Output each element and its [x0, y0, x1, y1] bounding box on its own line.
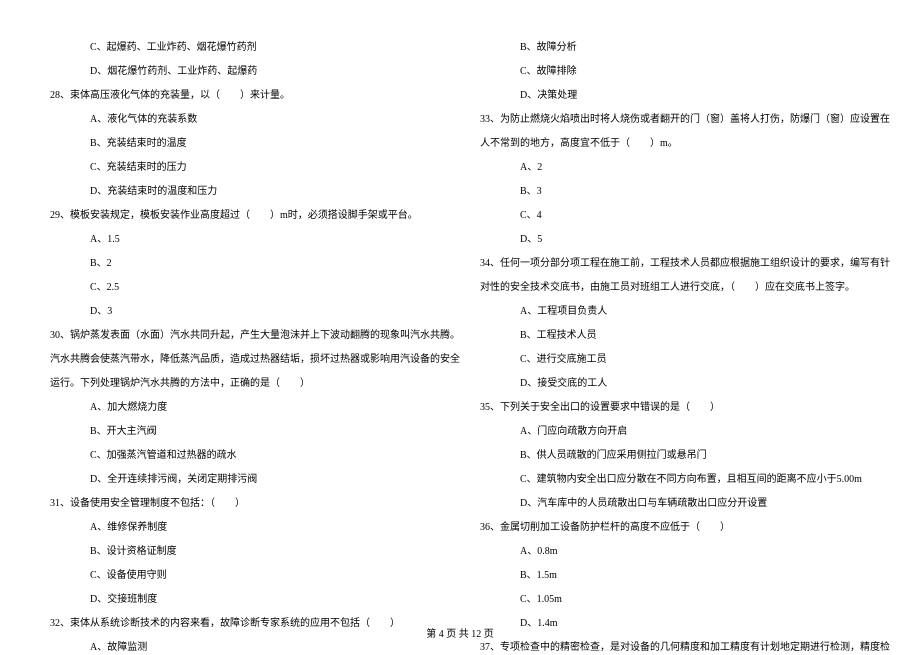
question-text: 37、专项检查中的精密检查，是对设备的几何精度和加工精度有计划地定期进行检测，精… — [474, 640, 876, 655]
option-text: D、决策处理 — [474, 88, 876, 103]
option-text: D、交接班制度 — [44, 592, 446, 607]
question-text: 34、任何一项分部分项工程在施工前，工程技术人员都应根据施工组织设计的要求，编写… — [474, 256, 876, 271]
option-text: C、1.05m — [474, 592, 876, 607]
question-text: 运行。下列处理锅炉汽水共腾的方法中，正确的是（ ） — [44, 376, 446, 391]
option-text: C、设备使用守则 — [44, 568, 446, 583]
option-text: D、全开连续排污阀，关闭定期排污阀 — [44, 472, 446, 487]
option-text: B、开大主汽阀 — [44, 424, 446, 439]
option-text: C、起爆药、工业炸药、烟花爆竹药剂 — [44, 40, 446, 55]
option-text: A、加大燃烧力度 — [44, 400, 446, 415]
option-text: C、故障排除 — [474, 64, 876, 79]
question-text: 对性的安全技术交底书，由施工员对班组工人进行交底，（ ）应在交底书上签字。 — [474, 280, 876, 295]
option-text: C、建筑物内安全出口应分散在不同方向布置，且相互间的距离不应小于5.00m — [474, 472, 876, 487]
option-text: C、进行交底施工员 — [474, 352, 876, 367]
option-text: D、3 — [44, 304, 446, 319]
question-text: 汽水共腾会使蒸汽带水，降低蒸汽品质，造成过热器结垢，损坏过热器或影响用汽设备的安… — [44, 352, 446, 367]
option-text: A、门应向疏散方向开启 — [474, 424, 876, 439]
right-column: B、故障分析 C、故障排除 D、决策处理 33、为防止燃烧火焰喷出时将人烧伤或者… — [460, 40, 890, 580]
option-text: D、充装结束时的温度和压力 — [44, 184, 446, 199]
question-text: 30、锅炉蒸发表面（水面）汽水共同升起，产生大量泡沫并上下波动翻腾的现象叫汽水共… — [44, 328, 446, 343]
option-text: A、工程项目负责人 — [474, 304, 876, 319]
question-text: 28、束体高压液化气体的充装量，以（ ）来计量。 — [44, 88, 446, 103]
question-text: 31、设备使用安全管理制度不包括：（ ） — [44, 496, 446, 511]
option-text: A、2 — [474, 160, 876, 175]
option-text: A、0.8m — [474, 544, 876, 559]
question-text: 33、为防止燃烧火焰喷出时将人烧伤或者翻开的门（窗）盖将人打伤，防爆门（窗）应设… — [474, 112, 876, 127]
option-text: D、汽车库中的人员疏散出口与车辆疏散出口应分开设置 — [474, 496, 876, 511]
page-footer: 第 4 页 共 12 页 — [0, 625, 920, 640]
option-text: C、加强蒸汽管道和过热器的疏水 — [44, 448, 446, 463]
option-text: B、3 — [474, 184, 876, 199]
option-text: C、4 — [474, 208, 876, 223]
option-text: D、烟花爆竹药剂、工业炸药、起爆药 — [44, 64, 446, 79]
option-text: A、维修保养制度 — [44, 520, 446, 535]
left-column: C、起爆药、工业炸药、烟花爆竹药剂 D、烟花爆竹药剂、工业炸药、起爆药 28、束… — [30, 40, 460, 580]
question-text: 人不常到的地方，高度宜不低于（ ）m。 — [474, 136, 876, 151]
question-text: 29、模板安装规定，模板安装作业高度超过（ ）m时，必须搭设脚手架或平台。 — [44, 208, 446, 223]
option-text: B、设计资格证制度 — [44, 544, 446, 559]
option-text: A、1.5 — [44, 232, 446, 247]
option-text: D、5 — [474, 232, 876, 247]
option-text: A、故障监测 — [44, 640, 446, 655]
question-text: 36、金属切削加工设备防护栏杆的高度不应低于（ ） — [474, 520, 876, 535]
document-page: C、起爆药、工业炸药、烟花爆竹药剂 D、烟花爆竹药剂、工业炸药、起爆药 28、束… — [0, 0, 920, 610]
option-text: B、供人员疏散的门应采用侧拉门或悬吊门 — [474, 448, 876, 463]
option-text: A、液化气体的充装系数 — [44, 112, 446, 127]
option-text: B、故障分析 — [474, 40, 876, 55]
question-text: 35、下列关于安全出口的设置要求中错误的是（ ） — [474, 400, 876, 415]
option-text: C、2.5 — [44, 280, 446, 295]
option-text: C、充装结束时的压力 — [44, 160, 446, 175]
option-text: B、充装结束时的温度 — [44, 136, 446, 151]
option-text: B、1.5m — [474, 568, 876, 583]
option-text: D、接受交底的工人 — [474, 376, 876, 391]
option-text: B、2 — [44, 256, 446, 271]
option-text: B、工程技术人员 — [474, 328, 876, 343]
